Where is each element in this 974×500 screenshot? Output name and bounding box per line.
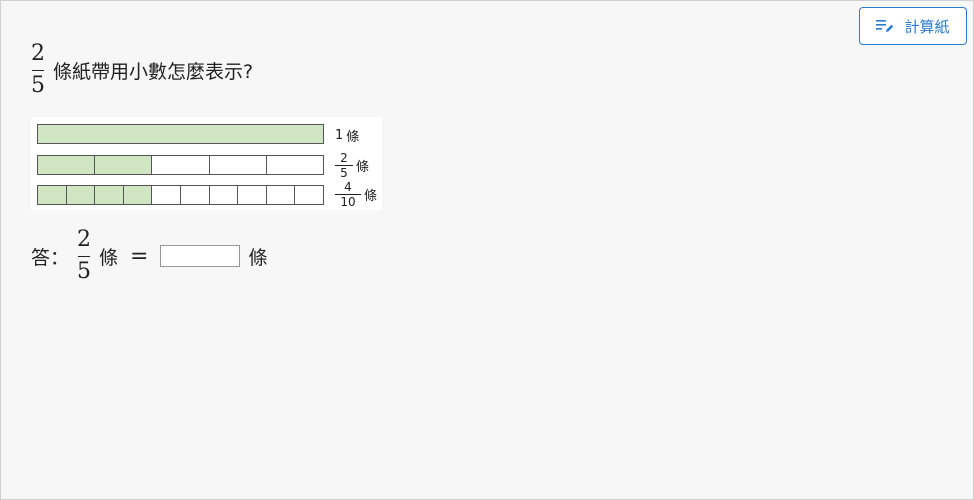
fraction-denominator: 5 [77,259,92,284]
answer-unit: 條 [99,246,119,269]
strip-fraction-numerator: 2 [340,151,348,165]
strip-unit: 條 [364,189,378,204]
strip-cell [38,156,96,174]
strip-cell [95,186,124,204]
strip-cell [123,186,153,204]
strip-whole [37,124,324,144]
strip-cell [295,186,323,204]
strip-fraction-denominator: 5 [340,166,348,180]
fraction-bar [78,256,91,257]
strip-cell [38,125,323,143]
strip-cell [238,186,267,204]
fraction-denominator: 5 [31,73,45,98]
equals-sign: = [130,243,149,269]
strip-whole-number: 1 [335,128,344,143]
scratch-paper-button[interactable]: 計算紙 [859,7,967,45]
strip-cell [181,186,210,204]
question-panel: 計算紙 2 5 條紙帶用小數怎麼表示? 1 條 2 5 條 4 10 條 答： … [0,0,974,500]
strip-cell [267,186,296,204]
strip-fraction-denominator: 10 [340,195,356,209]
strip-unit: 條 [356,160,370,175]
paper-strip-figure: 1 條 2 5 條 4 10 條 [31,117,382,210]
strip-cell [210,186,239,204]
strip-fifths [37,155,324,175]
scratch-paper-label: 計算紙 [904,17,950,36]
strip-cell [152,186,181,204]
edit-notes-icon [876,19,894,33]
strip-label-whole: 1 條 [335,126,359,145]
question-prompt: 2 5 條紙帶用小數怎麼表示? [31,43,253,97]
strip-tenths [37,185,324,205]
strip-cell [152,156,210,174]
strip-unit: 條 [346,130,360,145]
fraction-numerator: 2 [77,227,92,252]
answer-row: 答： 2 5 條 = 條 [31,229,267,283]
strip-cell [267,156,323,174]
fraction-bar [32,70,44,71]
strip-cell [66,186,96,204]
answer-fraction: 2 5 [77,229,91,283]
strip-cell [95,156,153,174]
answer-input[interactable] [160,245,241,267]
strip-label-fifths: 2 5 條 [335,152,369,179]
strip-fraction: 4 10 [335,181,361,208]
question-text: 條紙帶用小數怎麼表示? [53,60,254,83]
strip-label-tenths: 4 10 條 [335,181,377,208]
fraction-numerator: 2 [31,41,45,66]
strip-cell [38,186,67,204]
strip-fraction-numerator: 4 [344,180,352,194]
strip-fraction: 2 5 [335,152,353,179]
answer-prefix: 答： [31,246,70,269]
question-fraction: 2 5 [31,43,45,97]
answer-suffix: 條 [248,246,268,269]
strip-cell [210,156,267,174]
